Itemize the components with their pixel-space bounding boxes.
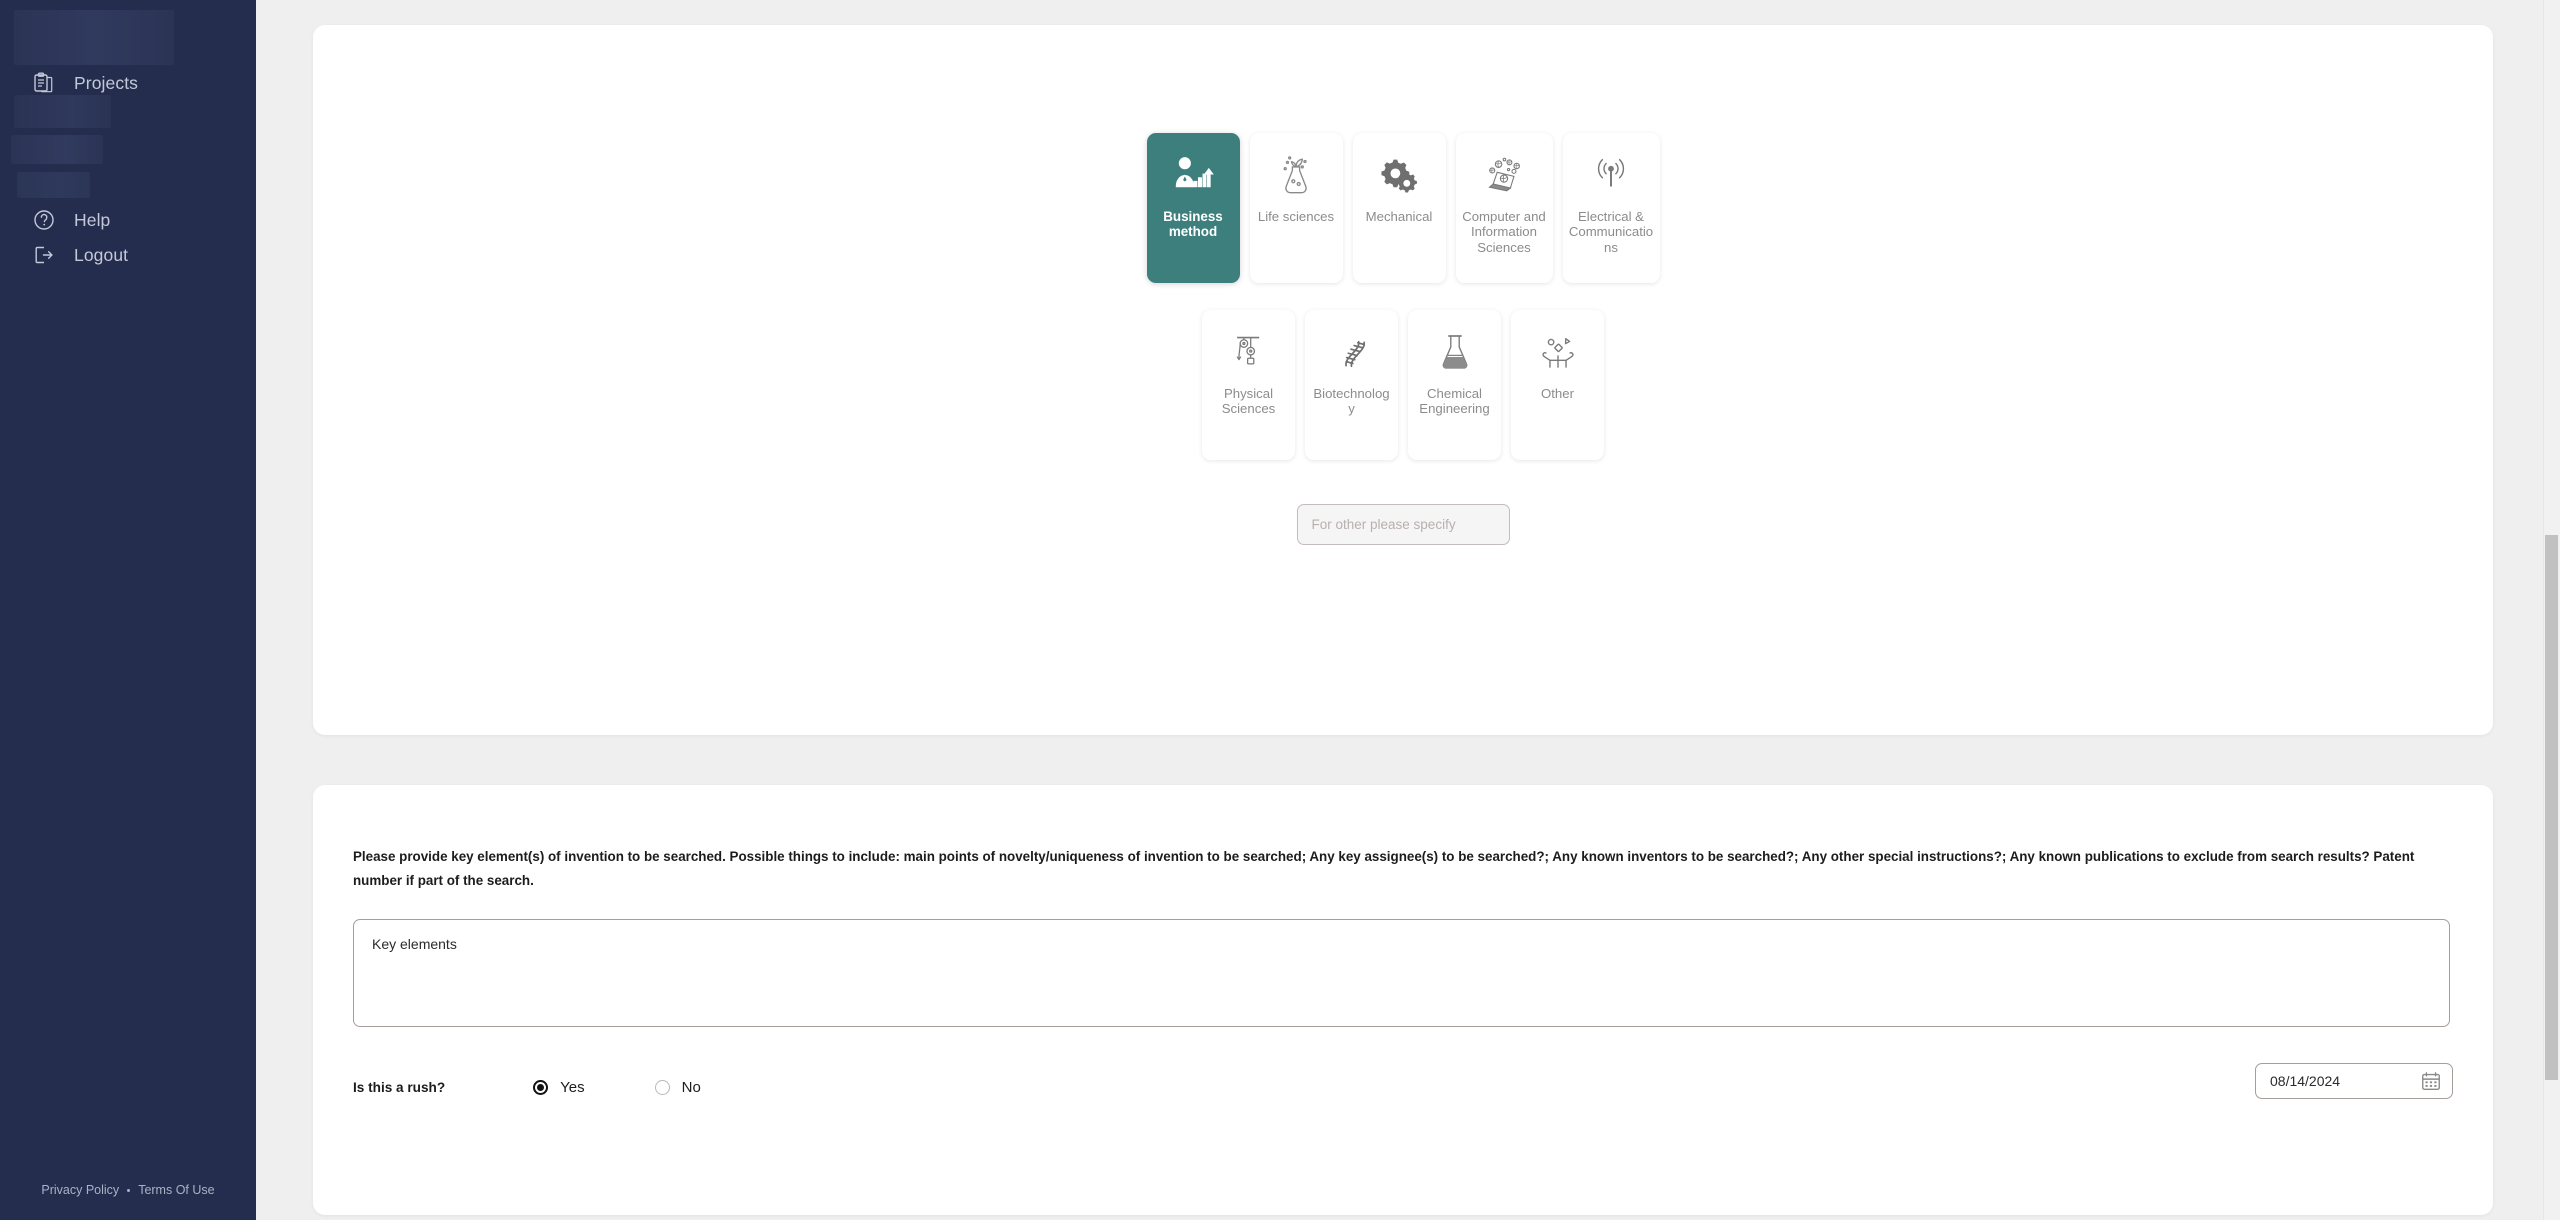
- category-tile-chemical-engineering[interactable]: Chemical Engineering: [1408, 310, 1501, 460]
- clipboard-icon: [32, 71, 56, 95]
- category-tile-physical-sciences[interactable]: Physical Sciences: [1202, 310, 1295, 460]
- pulley-icon: [1232, 329, 1266, 375]
- privacy-policy-link[interactable]: Privacy Policy: [41, 1183, 119, 1197]
- antenna-signal-icon: [1593, 152, 1629, 198]
- question-circle-icon: [32, 208, 56, 232]
- category-tile-electrical-communications[interactable]: Electrical & Communications: [1562, 133, 1660, 283]
- dna-helix-icon: [1333, 329, 1371, 375]
- footer-separator-dot: [127, 1188, 131, 1192]
- specify-input-container: [313, 504, 2493, 545]
- business-person-chart-icon: [1171, 152, 1215, 198]
- sidebar: Projects Help Logout Privacy Policy Term…: [0, 0, 256, 1220]
- category-tile-label: Mechanical: [1365, 209, 1433, 224]
- category-tile-mechanical[interactable]: Mechanical: [1352, 133, 1446, 283]
- rush-option-label: Yes: [560, 1078, 585, 1096]
- hands-shapes-icon: [1539, 329, 1577, 375]
- laptop-globes-icon: [1482, 152, 1526, 198]
- sidebar-skeleton-block-2: [11, 135, 103, 164]
- category-tile-life-sciences[interactable]: Life sciences: [1249, 133, 1343, 283]
- category-tile-other[interactable]: Other: [1511, 310, 1604, 460]
- sidebar-footer: Privacy Policy Terms Of Use: [0, 1183, 256, 1197]
- rush-question-label: Is this a rush?: [353, 1079, 446, 1095]
- category-tile-label: Life sciences: [1257, 209, 1335, 224]
- category-tile-label: Business method: [1163, 209, 1223, 240]
- sidebar-item-label: Help: [74, 209, 111, 230]
- category-row-2: Physical Sciences Biotechnology Chemical…: [313, 310, 2493, 460]
- logout-icon: [32, 243, 56, 267]
- category-grid: Business method Life sciences Mechanical…: [313, 25, 2493, 460]
- sidebar-item-logout[interactable]: Logout: [0, 238, 128, 272]
- other-specify-input[interactable]: [1296, 504, 1510, 545]
- due-date-field[interactable]: 08/14/2024: [2255, 1063, 2453, 1099]
- sidebar-item-label: Logout: [74, 244, 129, 265]
- sidebar-item-help[interactable]: Help: [0, 203, 110, 237]
- sidebar-skeleton-block-3: [17, 172, 90, 198]
- due-date-value: 08/14/2024: [2270, 1073, 2341, 1089]
- page-scrollbar-track[interactable]: [2543, 0, 2560, 1220]
- category-selection-card: Business method Life sciences Mechanical…: [313, 25, 2493, 735]
- rush-option-yes[interactable]: Yes: [533, 1078, 585, 1096]
- sidebar-item-projects[interactable]: Projects: [0, 66, 138, 100]
- calendar-icon[interactable]: [2420, 1070, 2442, 1092]
- category-tile-label: Electrical & Communications: [1568, 209, 1654, 255]
- key-elements-prompt: Please provide key element(s) of inventi…: [353, 849, 2415, 888]
- category-tile-biotechnology[interactable]: Biotechnology: [1305, 310, 1398, 460]
- main-content: Business method Life sciences Mechanical…: [256, 0, 2560, 1220]
- erlenmeyer-flask-icon: [1439, 329, 1471, 375]
- terms-of-use-link[interactable]: Terms Of Use: [138, 1183, 214, 1197]
- category-row-1: Business method Life sciences Mechanical…: [313, 133, 2493, 283]
- category-tile-business-method[interactable]: Business method: [1146, 133, 1240, 283]
- radio-yes-indicator[interactable]: [533, 1079, 549, 1095]
- radio-no-indicator[interactable]: [654, 1079, 670, 1095]
- plant-flask-icon: [1278, 152, 1314, 198]
- sidebar-item-label: Projects: [74, 72, 139, 93]
- key-elements-container: [353, 919, 2453, 1032]
- category-tile-label: Other: [1541, 386, 1574, 401]
- category-tile-label: Computer and Information Sciences: [1462, 209, 1546, 255]
- category-tile-label: Physical Sciences: [1221, 386, 1276, 417]
- page-scrollbar-thumb[interactable]: [2545, 535, 2558, 1080]
- app-root: Projects Help Logout Privacy Policy Term…: [0, 0, 2560, 1220]
- category-tile-label: Biotechnology: [1313, 386, 1390, 417]
- key-elements-textarea[interactable]: [353, 919, 2450, 1027]
- category-tile-label: Chemical Engineering: [1419, 386, 1490, 417]
- logo-placeholder: [14, 10, 174, 65]
- category-tile-computer-information-sciences[interactable]: Computer and Information Sciences: [1455, 133, 1553, 283]
- rush-radio-group: Yes No: [533, 1079, 701, 1096]
- rush-option-no[interactable]: No: [654, 1078, 701, 1096]
- gears-icon: [1379, 152, 1419, 198]
- invention-details-card: Please provide key element(s) of inventi…: [313, 785, 2493, 1215]
- rush-and-date-row: Is this a rush? Yes No 08/14/2024: [353, 1063, 2453, 1107]
- rush-option-label: No: [681, 1078, 701, 1096]
